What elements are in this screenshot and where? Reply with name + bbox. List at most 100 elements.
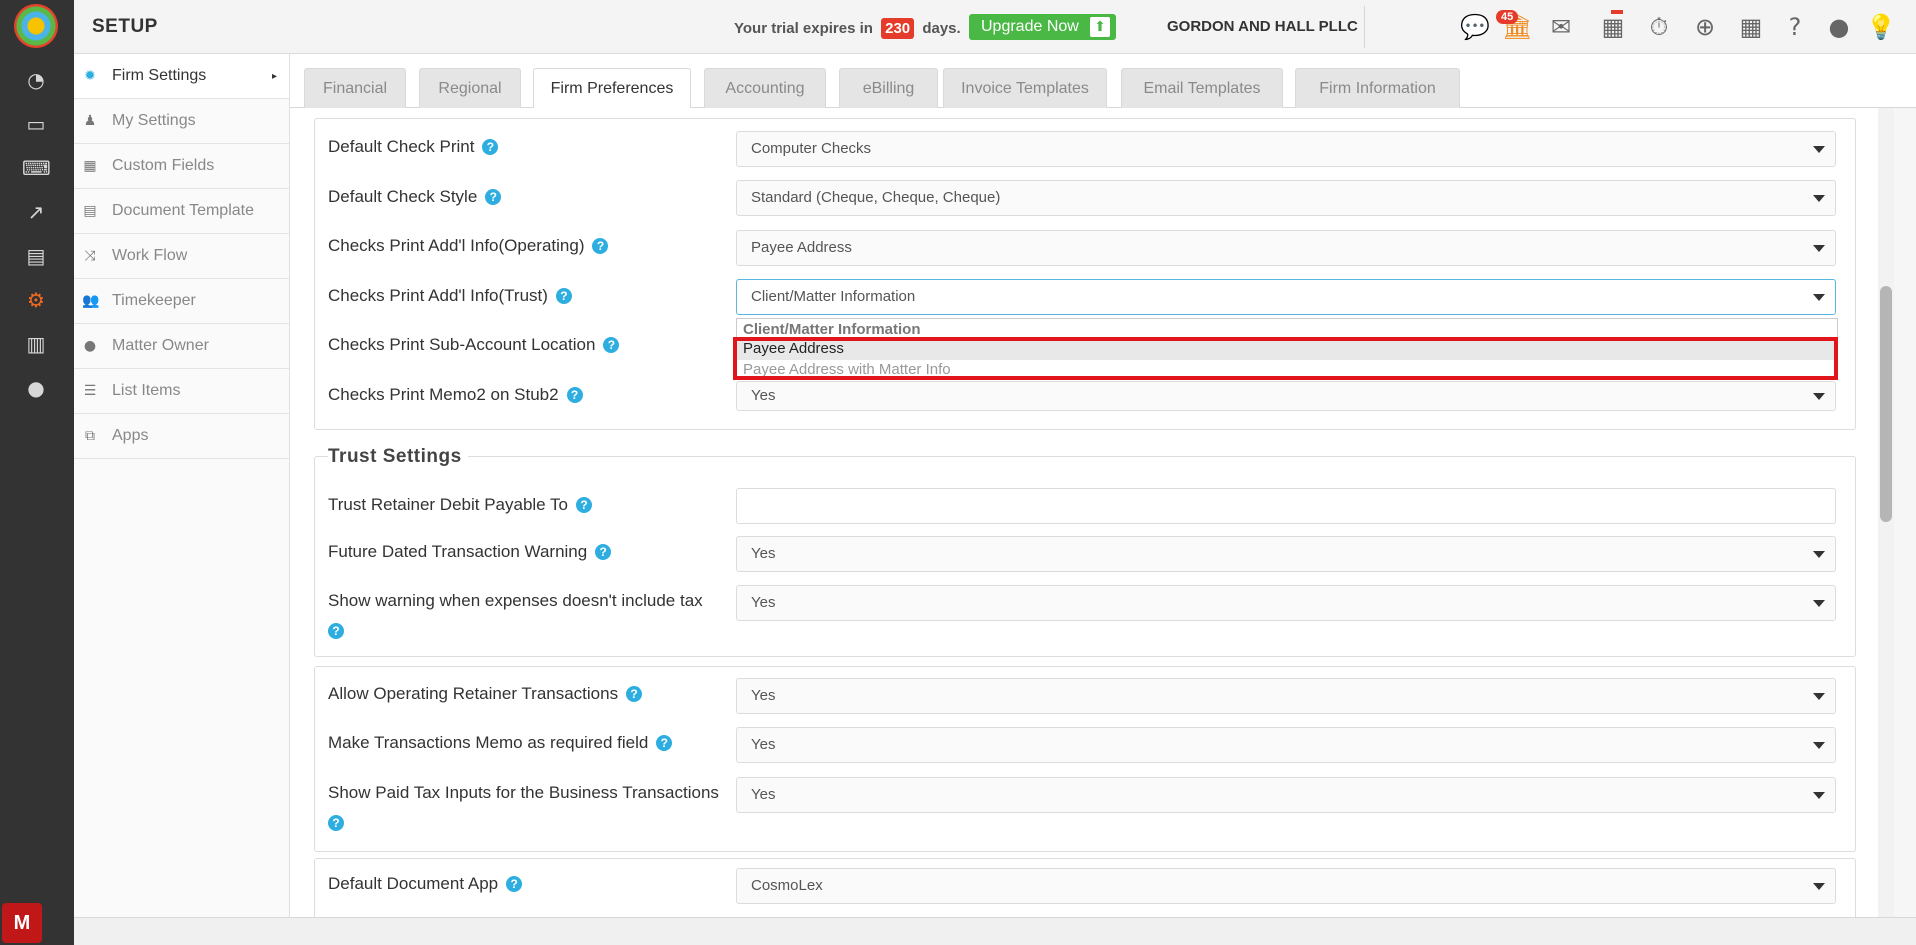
checks-memo2-select[interactable]: Yes <box>736 381 1836 411</box>
tab-accounting[interactable]: Accounting <box>704 68 826 108</box>
firm-name: GORDON AND HALL PLLC <box>1167 18 1358 35</box>
dropdown-arrow-icon <box>1813 693 1825 700</box>
dashboard-icon[interactable]: ◔ <box>22 68 50 92</box>
tab-ebilling[interactable]: eBilling <box>839 68 938 108</box>
help-icon[interactable]: ? <box>603 337 620 353</box>
sidebar-item-label: List Items <box>112 382 181 399</box>
dropdown-arrow-icon <box>1813 393 1825 400</box>
tab-email-templates[interactable]: Email Templates <box>1121 68 1283 108</box>
sidebar-item-timekeeper[interactable]: 👥 Timekeeper <box>74 279 289 324</box>
dropdown-arrow-icon <box>1813 883 1825 890</box>
calculator-alert-indicator <box>1611 10 1623 14</box>
page-title: SETUP <box>92 16 158 37</box>
tab-financial[interactable]: Financial <box>304 68 406 108</box>
setting-row-label: Allow Operating Retainer Transactions? <box>328 684 643 704</box>
future-dated-warning-select[interactable]: Yes <box>736 536 1836 572</box>
checks-addl-info-operating-select[interactable]: Payee Address <box>736 230 1836 266</box>
app-logo[interactable] <box>14 4 58 48</box>
tab-firm-preferences[interactable]: Firm Preferences <box>533 68 691 109</box>
help-icon[interactable]: ? <box>328 623 344 639</box>
default-document-app-select[interactable]: CosmoLex <box>736 868 1836 904</box>
setting-row-label: Checks Print Sub-Account Location? <box>328 335 620 355</box>
arrow-up-icon: ⬆ <box>1090 17 1110 37</box>
chat-icon[interactable]: 💬 <box>1460 12 1490 42</box>
help-icon[interactable]: ? <box>485 189 502 205</box>
setting-row-label: Default Document App? <box>328 874 523 894</box>
operating-retainer-select[interactable]: Yes <box>736 678 1836 714</box>
trial-notice: Your trial expires in 230 days. <box>734 18 961 39</box>
bar-chart-icon[interactable]: ▥ <box>22 332 50 356</box>
tab-regional[interactable]: Regional <box>419 68 521 108</box>
tab-firm-information[interactable]: Firm Information <box>1295 68 1460 108</box>
default-check-print-select[interactable]: Computer Checks <box>736 131 1836 167</box>
film-icon[interactable]: ▦ <box>1736 12 1766 42</box>
lightbulb-icon[interactable]: 💡 <box>1866 12 1896 42</box>
sidebar-item-matter-owner[interactable]: ● Matter Owner <box>74 324 289 369</box>
dropdown-arrow-icon <box>1813 195 1825 202</box>
trust-settings-legend: Trust Settings <box>328 446 468 468</box>
trial-suffix: days. <box>922 20 961 37</box>
user-icon[interactable]: ● <box>22 376 50 400</box>
chart-icon[interactable]: ↗ <box>22 200 50 224</box>
add-icon[interactable]: ⊕ <box>1690 12 1720 42</box>
tab-invoice-templates[interactable]: Invoice Templates <box>943 68 1107 108</box>
memo-required-select[interactable]: Yes <box>736 727 1836 763</box>
dropdown-arrow-icon <box>1813 245 1825 252</box>
dropdown-option-client-matter[interactable]: Client/Matter Information <box>743 321 921 338</box>
calculator-icon[interactable]: ▦ <box>1598 12 1628 42</box>
help-icon[interactable]: ? <box>1780 12 1810 42</box>
dropdown-arrow-icon <box>1813 551 1825 558</box>
help-icon[interactable]: ? <box>656 735 673 751</box>
sidebar-item-label: Apps <box>112 427 149 444</box>
help-icon[interactable]: ? <box>328 815 344 831</box>
mail-icon[interactable]: ✉ <box>1546 12 1576 42</box>
sidebar-item-label: My Settings <box>112 112 196 129</box>
setting-row-label: Show Paid Tax Inputs for the Business Tr… <box>328 783 719 802</box>
help-icon[interactable]: ? <box>566 387 583 403</box>
sidebar-item-work-flow[interactable]: ⤨ Work Flow <box>74 234 289 279</box>
setting-row-label: Make Transactions Memo as required field… <box>328 733 673 753</box>
help-icon[interactable]: ? <box>506 876 523 892</box>
default-check-style-select[interactable]: Standard (Cheque, Cheque, Cheque) <box>736 180 1836 216</box>
upgrade-button[interactable]: Upgrade Now ⬆ <box>969 14 1116 40</box>
sidebar-item-custom-fields[interactable]: ▦ Custom Fields <box>74 144 289 189</box>
sidebar-item-apps[interactable]: ⧉ Apps <box>74 414 289 459</box>
person-icon: ♟ <box>83 113 97 129</box>
settings-content: Default Check Print? Computer Checks Def… <box>290 108 1880 917</box>
help-icon[interactable]: ? <box>482 139 499 155</box>
user-profile-icon[interactable]: ● <box>1824 12 1854 42</box>
sidebar-item-document-template[interactable]: ▤ Document Template <box>74 189 289 234</box>
grid-icon: ▦ <box>83 158 97 174</box>
help-icon[interactable]: ? <box>555 288 572 304</box>
checks-addl-info-trust-select[interactable]: Client/Matter Information <box>736 279 1836 315</box>
dropdown-arrow-icon <box>1813 742 1825 749</box>
expense-tax-warning-select[interactable]: Yes <box>736 585 1836 621</box>
book-icon[interactable]: ▤ <box>22 244 50 268</box>
help-icon[interactable]: ? <box>592 238 609 254</box>
laptop-icon[interactable]: ⌨ <box>22 156 51 180</box>
setting-row-label: Trust Retainer Debit Payable To? <box>328 495 593 515</box>
timer-icon[interactable]: ⏱ <box>1644 12 1674 42</box>
bottom-status-bar <box>74 917 1916 945</box>
setting-row-label: Checks Print Add'l Info(Operating)? <box>328 236 609 256</box>
dropdown-arrow-icon <box>1813 600 1825 607</box>
sidebar-item-list-items[interactable]: ☰ List Items <box>74 369 289 414</box>
settings-tabs: Financial Regional Firm Preferences Acco… <box>290 54 1916 109</box>
sidebar-item-firm-settings[interactable]: ✹ Firm Settings ▸ <box>74 54 289 99</box>
gears-icon[interactable]: ⚙ <box>22 288 50 312</box>
help-icon[interactable]: ? <box>595 544 612 560</box>
users-icon: 👥 <box>82 293 100 309</box>
folder-icon[interactable]: ▭ <box>22 112 50 136</box>
help-icon[interactable]: ? <box>576 497 593 513</box>
dropdown-arrow-icon <box>1813 294 1825 301</box>
upgrade-label: Upgrade Now <box>981 18 1079 35</box>
sidebar-item-my-settings[interactable]: ♟ My Settings <box>74 99 289 144</box>
sidebar-item-label: Firm Settings <box>112 67 207 84</box>
scrollbar-thumb[interactable] <box>1880 286 1892 522</box>
help-icon[interactable]: ? <box>626 686 643 702</box>
settings-sidebar: ✹ Firm Settings ▸ ♟ My Settings ▦ Custom… <box>74 54 290 917</box>
paid-tax-inputs-select[interactable]: Yes <box>736 777 1836 813</box>
trust-retainer-payable-input[interactable] <box>736 488 1836 524</box>
trial-prefix: Your trial expires in <box>734 20 873 37</box>
setting-row-label: Checks Print Add'l Info(Trust)? <box>328 286 572 306</box>
